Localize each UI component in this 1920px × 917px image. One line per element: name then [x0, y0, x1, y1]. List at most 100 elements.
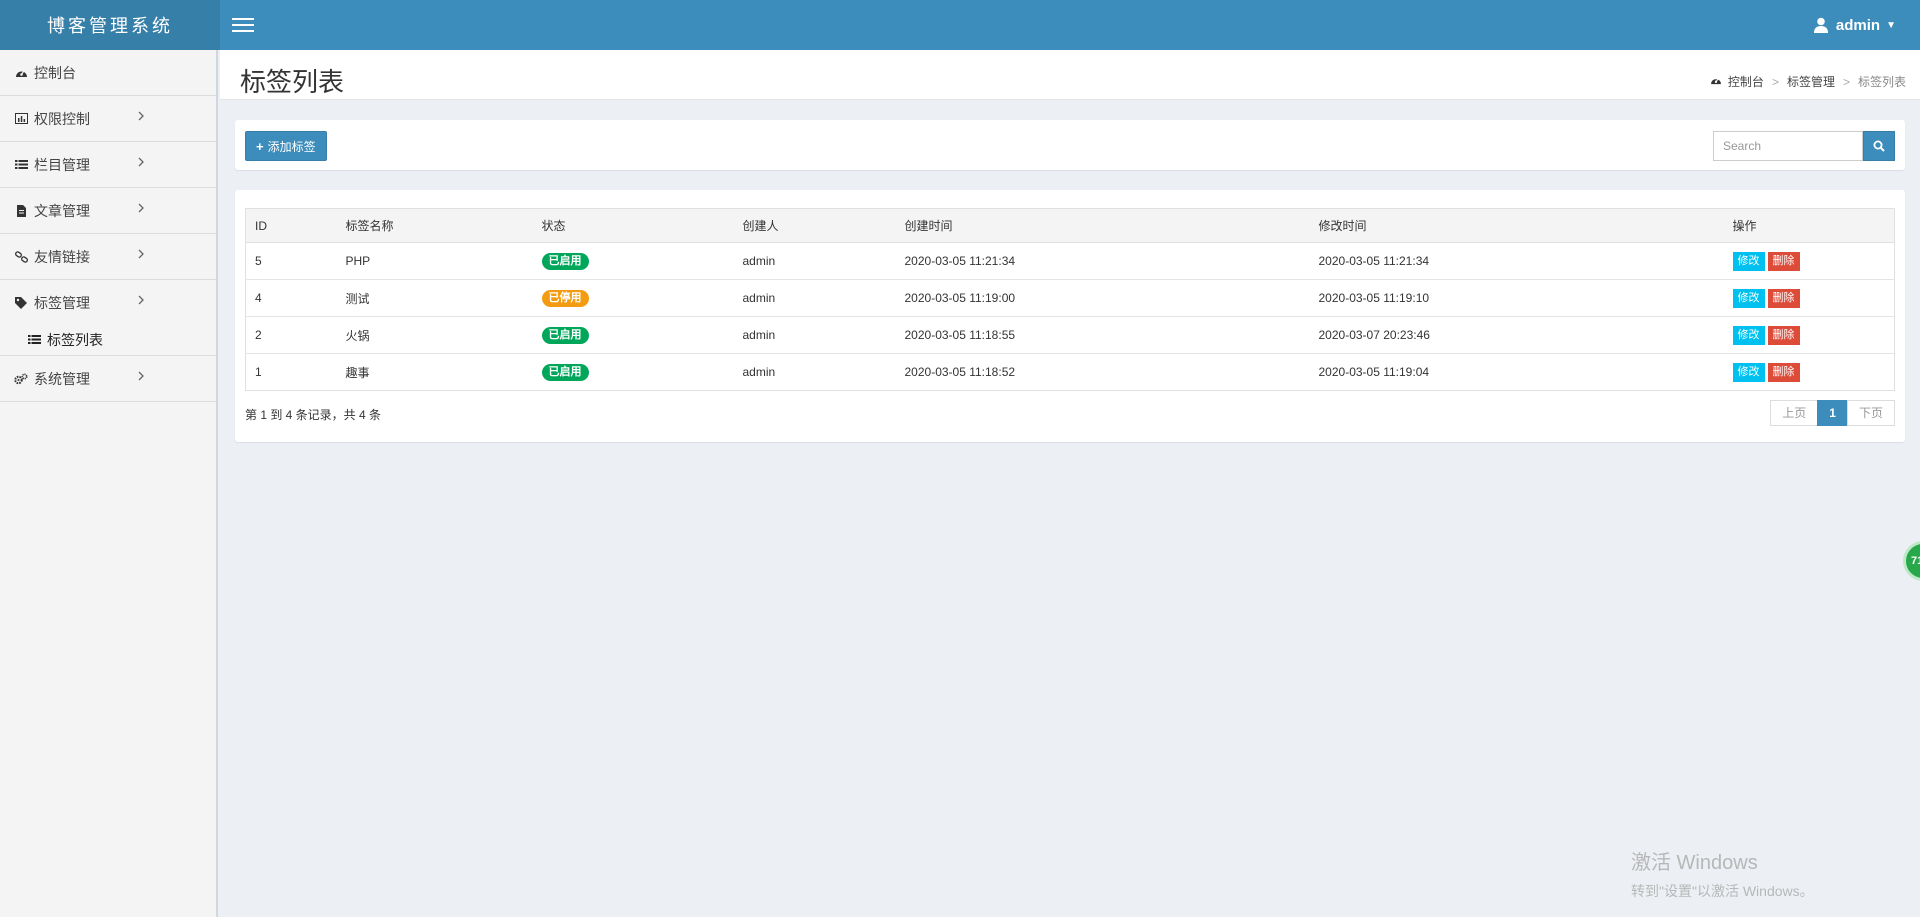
caret-down-icon: ▼	[1886, 19, 1896, 31]
sidebar-item-label: 标签管理	[34, 294, 90, 311]
sidebar: 控制台 权限控制 栏目管理 文章管理 友情链接 标签管理 标签列表 系统管理	[0, 50, 218, 917]
sidebar-subitem-label: 标签列表	[47, 332, 103, 348]
sidebar-item-dashboard[interactable]: 控制台	[0, 50, 216, 96]
add-tag-label: 添加标签	[267, 139, 316, 154]
prev-page-button[interactable]: 上页	[1770, 400, 1819, 426]
edit-button[interactable]: 修改	[1732, 251, 1765, 271]
cell-created: 2020-03-05 11:21:34	[895, 242, 1310, 280]
delete-button[interactable]: 删除	[1767, 288, 1800, 308]
plus-icon: +	[256, 138, 264, 154]
sidebar-item-links[interactable]: 友情链接	[0, 234, 216, 280]
cell-status: 已启用	[532, 242, 734, 280]
windows-activation-watermark: 激活 Windows 转到"设置"以激活 Windows。	[1631, 846, 1814, 901]
record-summary: 第 1 到 4 条记录，共 4 条	[245, 408, 382, 422]
cell-id: 2	[245, 316, 337, 354]
chevron-right-icon	[138, 295, 144, 305]
column-header-created[interactable]: 创建时间	[895, 208, 1310, 243]
cell-id: 5	[245, 242, 337, 280]
column-header-name[interactable]: 标签名称	[336, 208, 533, 243]
column-header-actions: 操作	[1723, 208, 1895, 243]
cell-created: 2020-03-05 11:19:00	[895, 279, 1310, 317]
cell-name: 测试	[336, 279, 533, 317]
cell-status: 已启用	[532, 316, 734, 354]
delete-button[interactable]: 删除	[1767, 251, 1800, 271]
breadcrumb-separator: >	[1842, 74, 1850, 89]
cell-actions: 修改 删除	[1723, 279, 1895, 317]
cell-creator: admin	[733, 242, 896, 280]
cogs-icon	[14, 372, 28, 385]
link-icon	[14, 250, 28, 263]
tag-table: ID 标签名称 状态 创建人 创建时间 修改时间 操作 5 PHP 已启用 ad…	[245, 208, 1895, 391]
sidebar-item-permissions[interactable]: 权限控制	[0, 96, 216, 142]
sidebar-item-label: 文章管理	[34, 202, 90, 219]
breadcrumb-link-tags[interactable]: 标签管理	[1787, 73, 1835, 90]
toolbar-box: + 添加标签	[235, 120, 1905, 170]
edit-button[interactable]: 修改	[1732, 325, 1765, 345]
search-input[interactable]	[1713, 131, 1863, 161]
cell-actions: 修改 删除	[1723, 353, 1895, 391]
table-header-row: ID 标签名称 状态 创建人 创建时间 修改时间 操作	[245, 208, 1895, 243]
cell-status: 已启用	[532, 353, 734, 391]
sidebar-item-tags[interactable]: 标签管理	[0, 280, 216, 325]
tag-icon	[14, 296, 28, 309]
delete-button[interactable]: 删除	[1767, 325, 1800, 345]
floating-widget[interactable]: 71	[1903, 541, 1920, 581]
add-tag-button[interactable]: + 添加标签	[245, 131, 327, 161]
cell-name: PHP	[336, 242, 533, 280]
cell-actions: 修改 删除	[1723, 316, 1895, 354]
user-icon	[1813, 17, 1828, 33]
watermark-subtitle: 转到"设置"以激活 Windows。	[1631, 883, 1814, 899]
content-header: 标签列表 控制台 > 标签管理 > 标签列表	[220, 50, 1920, 100]
sidebar-item-columns[interactable]: 栏目管理	[0, 142, 216, 188]
app-logo[interactable]: 博客管理系统	[0, 0, 220, 50]
page-title: 标签列表	[240, 67, 345, 97]
top-navbar: 博客管理系统 admin ▼	[0, 0, 1920, 50]
breadcrumb: 控制台 > 标签管理 > 标签列表	[1710, 73, 1906, 90]
search-icon	[1873, 140, 1885, 152]
table-row: 5 PHP 已启用 admin 2020-03-05 11:21:34 2020…	[245, 242, 1895, 280]
list-icon	[28, 332, 41, 348]
hamburger-icon	[232, 18, 254, 20]
list-icon	[14, 159, 28, 170]
next-page-button[interactable]: 下页	[1846, 400, 1895, 426]
page-button-current[interactable]: 1	[1817, 400, 1848, 426]
chevron-right-icon	[138, 111, 144, 121]
user-menu[interactable]: admin ▼	[1813, 0, 1896, 50]
dashboard-icon	[1710, 75, 1722, 88]
chevron-right-icon	[138, 203, 144, 213]
cell-creator: admin	[733, 279, 896, 317]
cell-creator: admin	[733, 316, 896, 354]
cell-actions: 修改 删除	[1723, 242, 1895, 280]
dashboard-icon	[14, 67, 28, 78]
table-row: 1 趣事 已启用 admin 2020-03-05 11:18:52 2020-…	[245, 353, 1895, 391]
sidebar-item-system[interactable]: 系统管理	[0, 356, 216, 402]
cell-id: 1	[245, 353, 337, 391]
sidebar-toggle-button[interactable]	[228, 14, 258, 36]
cell-created: 2020-03-05 11:18:55	[895, 316, 1310, 354]
chevron-right-icon	[138, 371, 144, 381]
column-header-modified[interactable]: 修改时间	[1309, 208, 1724, 243]
column-header-id[interactable]: ID	[245, 208, 337, 243]
pagination: 上页 1 下页	[1770, 400, 1895, 426]
sidebar-item-label: 栏目管理	[34, 156, 90, 173]
sidebar-subitem-tag-list[interactable]: 标签列表	[0, 325, 216, 356]
file-icon	[14, 204, 28, 217]
search-button[interactable]	[1863, 131, 1895, 161]
edit-button[interactable]: 修改	[1732, 288, 1765, 308]
status-badge: 已启用	[541, 252, 589, 270]
status-badge: 已启用	[541, 326, 589, 344]
delete-button[interactable]: 删除	[1767, 362, 1800, 382]
sidebar-item-label: 友情链接	[34, 248, 90, 265]
cell-name: 火锅	[336, 316, 533, 354]
user-name: admin	[1835, 16, 1881, 34]
breadcrumb-link-dashboard[interactable]: 控制台	[1728, 73, 1764, 90]
sidebar-item-label: 系统管理	[34, 370, 90, 387]
watermark-title: 激活 Windows	[1631, 852, 1758, 874]
status-badge: 已停用	[541, 289, 589, 307]
column-header-creator[interactable]: 创建人	[733, 208, 896, 243]
cell-modified: 2020-03-05 11:19:10	[1309, 279, 1724, 317]
sidebar-item-articles[interactable]: 文章管理	[0, 188, 216, 234]
column-header-status[interactable]: 状态	[532, 208, 734, 243]
edit-button[interactable]: 修改	[1732, 362, 1765, 382]
cell-created: 2020-03-05 11:18:52	[895, 353, 1310, 391]
